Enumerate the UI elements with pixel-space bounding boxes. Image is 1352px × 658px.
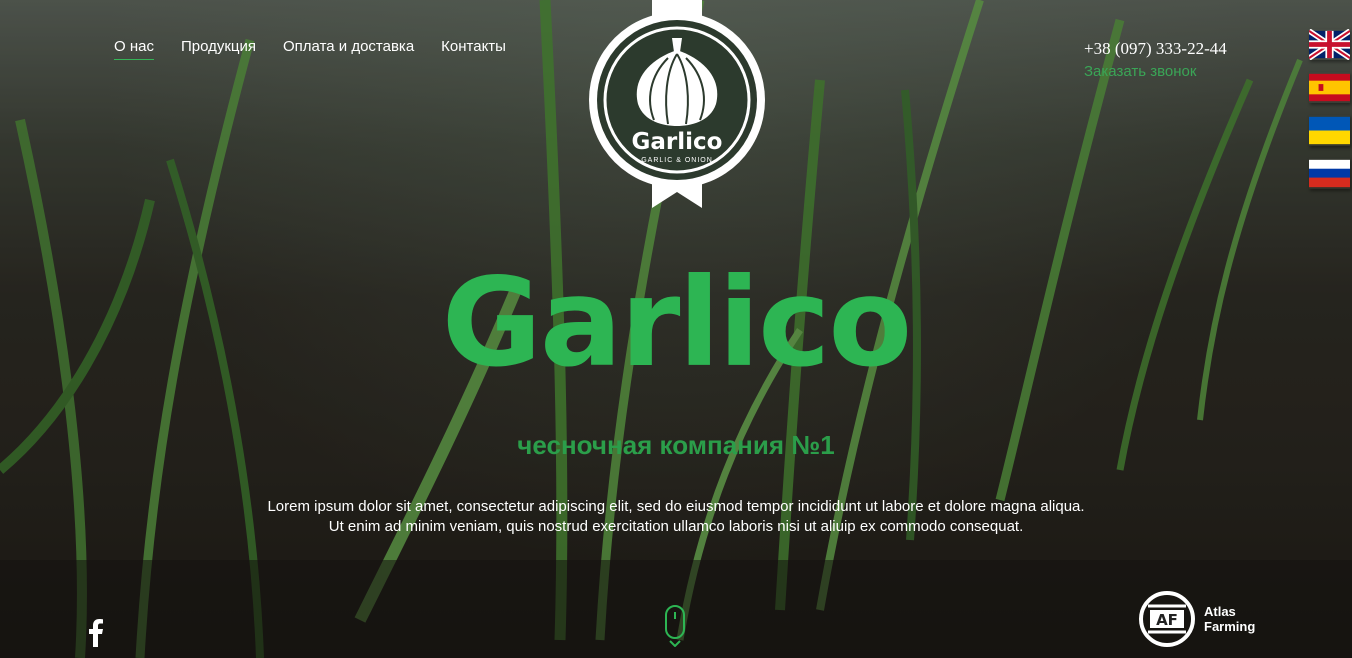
callback-link[interactable]: Заказать звонок	[1084, 63, 1196, 80]
hero-description-line-1: Lorem ipsum dolor sit amet, consectetur …	[267, 498, 1085, 515]
ukraine-flag-icon[interactable]	[1309, 115, 1350, 146]
hero-description-line-2: Ut enim ad minim veniam, quis nostrud ex…	[328, 518, 1024, 535]
nav-item-contacts[interactable]: Контакты	[441, 38, 506, 60]
nav-item-payment-delivery[interactable]: Оплата и доставка	[283, 38, 414, 60]
partner-logo-mark: AF	[1156, 611, 1178, 629]
hero-title: Garlico	[441, 252, 912, 394]
hero-tagline: чесночная компания №1	[517, 430, 835, 460]
nav-item-about[interactable]: О нас	[114, 38, 154, 60]
russia-flag-icon[interactable]	[1309, 158, 1350, 189]
logo-name: Garlico	[631, 129, 723, 155]
language-switcher	[1309, 29, 1350, 189]
partner-name: Atlas Farming	[1204, 604, 1255, 634]
uk-flag-icon[interactable]	[1309, 29, 1350, 60]
atlas-farming-icon: AF	[1139, 591, 1195, 647]
hero-description: Lorem ipsum dolor sit amet, consectetur …	[0, 497, 1352, 537]
partner-logo[interactable]: AF Atlas Farming	[1138, 590, 1255, 648]
facebook-icon[interactable]	[86, 619, 106, 647]
mouse-scroll-icon[interactable]	[664, 605, 686, 647]
spain-flag-icon[interactable]	[1309, 72, 1350, 103]
main-nav: О нас Продукция Оплата и доставка Контак…	[114, 38, 506, 60]
site-logo[interactable]: Garlico GARLIC & ONION	[588, 0, 766, 210]
logo-subtitle: GARLIC & ONION	[641, 157, 713, 164]
phone-number[interactable]: +38 (097) 333-22-44	[1084, 39, 1227, 59]
partner-name-line-2: Farming	[1204, 619, 1256, 634]
nav-item-products[interactable]: Продукция	[181, 38, 256, 60]
partner-name-line-1: Atlas	[1204, 604, 1236, 619]
